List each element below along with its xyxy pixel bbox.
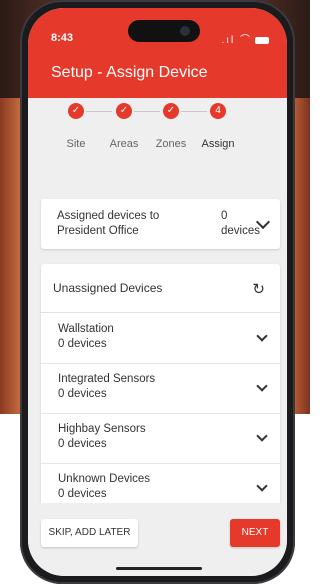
battery-icon: [255, 36, 269, 44]
chevron-down-icon: [256, 480, 268, 492]
device-group-count: 0 devices: [58, 438, 107, 450]
unassigned-title: Unassigned Devices: [53, 281, 163, 295]
status-time: 8:43: [51, 32, 74, 44]
device-group-name: Integrated Sensors: [58, 373, 156, 385]
next-button[interactable]: NEXT: [230, 519, 280, 547]
dynamic-island: [128, 20, 200, 42]
chevron-down-icon: [256, 330, 268, 342]
refresh-icon[interactable]: ↻: [252, 280, 265, 298]
step-connector: [86, 111, 112, 112]
step-label-assign: Assign: [201, 138, 235, 150]
skip-add-later-button[interactable]: SKIP, ADD LATER: [41, 519, 138, 547]
chevron-down-icon: [256, 380, 268, 392]
chevron-down-icon: [256, 430, 268, 442]
device-group-name: Highbay Sensors: [58, 423, 146, 435]
step-assign-number: 4: [210, 103, 226, 119]
signal-wifi-icon: .ıl ⌒: [221, 35, 252, 46]
stepper: ✓ ✓ ✓ 4 Site Areas Zones Assign: [28, 100, 287, 160]
camera-icon: [180, 26, 190, 36]
device-group-highbay-sensors[interactable]: Highbay Sensors 0 devices: [41, 413, 280, 464]
device-group-count: 0 devices: [58, 388, 107, 400]
assigned-devices-label: Assigned devices to President Office: [57, 210, 160, 237]
step-connector: [181, 111, 207, 112]
step-zones-check-icon: ✓: [163, 103, 179, 119]
step-site-check-icon: ✓: [68, 103, 84, 119]
app-header: 8:43 .ıl ⌒ Setup - Assign Device: [28, 8, 287, 98]
device-group-name: Wallstation: [58, 323, 114, 335]
app-screen: 8:43 .ıl ⌒ Setup - Assign Device ✓ ✓ ✓ 4…: [28, 8, 287, 576]
device-group-count: 0 devices: [58, 488, 107, 500]
assigned-devices-dropdown[interactable]: Assigned devices to President Office 0 d…: [41, 199, 280, 249]
unassigned-header: Unassigned Devices ↻: [41, 264, 280, 313]
device-group-integrated-sensors[interactable]: Integrated Sensors 0 devices: [41, 363, 280, 414]
step-connector: [134, 111, 160, 112]
device-group-name: Unknown Devices: [58, 473, 151, 485]
page-title: Setup - Assign Device: [51, 64, 208, 81]
device-group-count: 0 devices: [58, 338, 107, 350]
unassigned-devices-panel: Unassigned Devices ↻ Wallstation 0 devic…: [41, 264, 280, 514]
footer-actions: SKIP, ADD LATER NEXT: [28, 503, 287, 576]
step-areas-check-icon: ✓: [116, 103, 132, 119]
status-icons: .ıl ⌒: [221, 31, 269, 46]
device-group-wallstation[interactable]: Wallstation 0 devices: [41, 313, 280, 364]
home-indicator: [116, 567, 202, 570]
